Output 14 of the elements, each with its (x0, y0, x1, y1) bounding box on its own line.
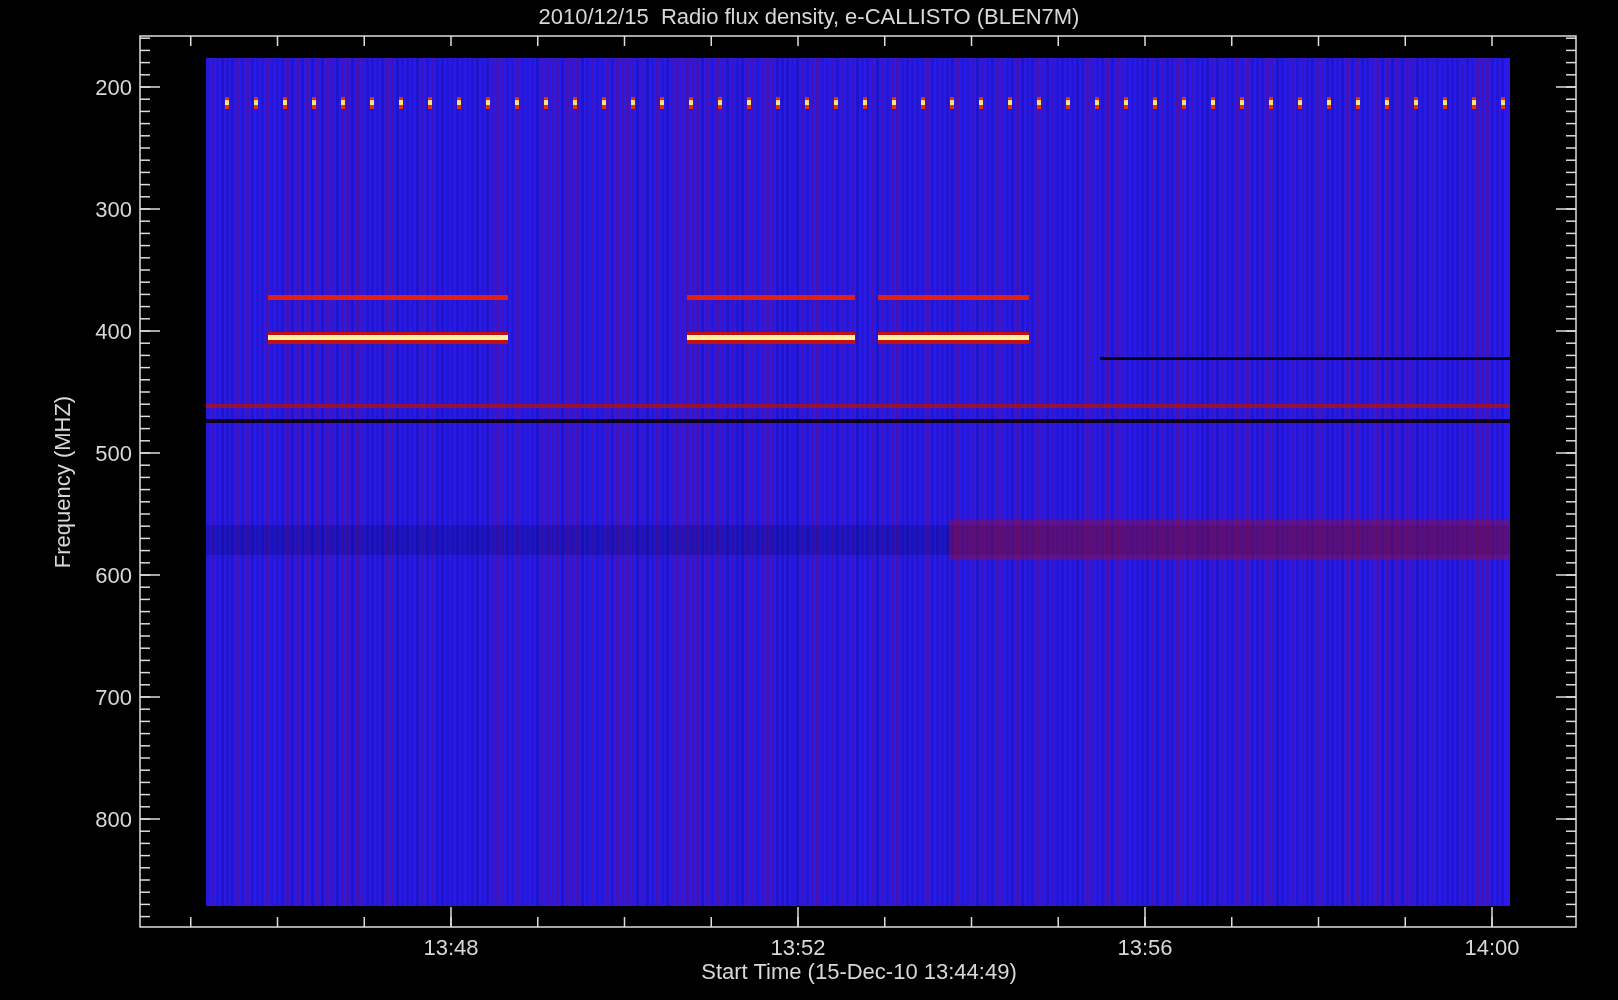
y-tick-label: 600 (95, 563, 132, 588)
x-tick-label: 13:48 (423, 935, 479, 960)
y-tick-label: 300 (95, 197, 132, 222)
x-tick-label: 14:00 (1464, 935, 1520, 960)
y-tick-label: 500 (95, 441, 132, 466)
chart-title: 2010/12/15 Radio flux density, e-CALLISTO (BLEN7M) (538, 4, 1080, 29)
x-tick-label: 13:56 (1117, 935, 1173, 960)
y-axis-label: Frequency (MHZ) (50, 395, 75, 569)
y-tick-label: 800 (95, 807, 132, 832)
y-tick-label: 400 (95, 319, 132, 344)
x-axis-label: Start Time (15-Dec-10 13:44:49) (701, 959, 1017, 984)
y-tick-label: 700 (95, 685, 132, 710)
x-tick-label: 13:52 (770, 935, 826, 960)
y-tick-label: 200 (95, 75, 132, 100)
